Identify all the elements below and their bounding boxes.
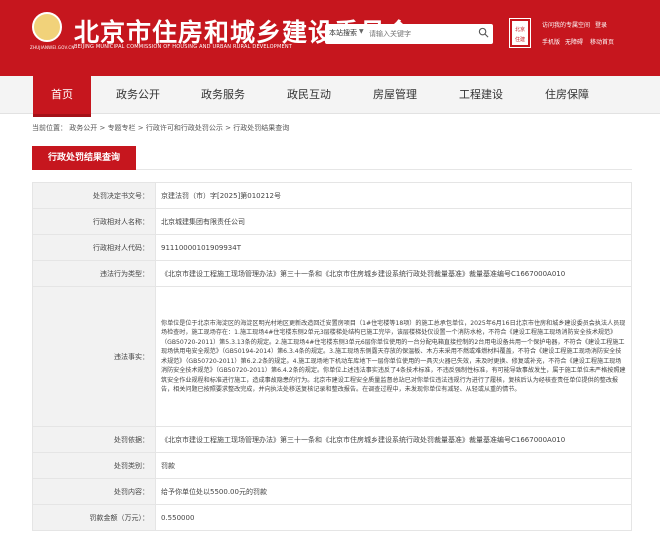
search-box: 本站搜索 ▼ bbox=[325, 24, 493, 44]
row-value: 京建法罚（市）字[2025]第010212号 bbox=[155, 182, 632, 209]
penalty-detail-table: 处罚决定书文号： 京建法罚（市）字[2025]第010212号 行政相对人名称：… bbox=[32, 182, 632, 531]
section-title: 行政处罚结果查询 bbox=[32, 146, 136, 170]
nav-active-marker bbox=[33, 114, 91, 117]
main-nav: 首页 政务公开 政务服务 政民互动 房屋管理 工程建设 住房保障 bbox=[0, 76, 660, 114]
row-label: 罚款金额（万元）： bbox=[32, 504, 156, 531]
breadcrumb-prefix: 当前位置： bbox=[32, 124, 67, 132]
row-label: 行政相对人名称： bbox=[32, 208, 156, 235]
badge-line1: 北京 bbox=[515, 27, 526, 33]
site-header: ZHUJIANWEI.GOV.CN 北京市住房和城乡建设委员会 BEIJING … bbox=[0, 0, 660, 76]
login-link[interactable]: 登录 bbox=[595, 20, 607, 29]
row-value: 《北京市建设工程施工现场管理办法》第三十一条和《北京市住房城乡建设系统行政处罚裁… bbox=[155, 426, 632, 453]
nav-housing-management[interactable]: 房屋管理 bbox=[360, 76, 430, 114]
personal-space-link[interactable]: 访问我的专属空间 bbox=[542, 20, 590, 29]
beijing-zhujian-badge[interactable]: 北京 住建 bbox=[509, 18, 531, 48]
breadcrumb-separator: > bbox=[225, 124, 234, 132]
breadcrumb: 当前位置： 政务公开 > 专题专栏 > 行政许可和行政处罚公示 > 行政处罚结果… bbox=[32, 123, 289, 133]
row-value: 给予你单位处以5500.00元的罚款 bbox=[155, 478, 632, 505]
badge-line2: 住建 bbox=[515, 37, 526, 43]
nav-housing-security[interactable]: 住房保障 bbox=[532, 76, 602, 114]
row-label: 处罚决定书文号： bbox=[32, 182, 156, 209]
site-title-en: BEIJING MUNICIPAL COMMISSION OF HOUSING … bbox=[74, 44, 293, 50]
row-value: 《北京市建设工程施工现场管理办法》第三十一条和《北京市住房城乡建设系统行政处罚裁… bbox=[155, 260, 632, 287]
table-row: 行政相对人代码： 91110000101909934T bbox=[32, 234, 632, 261]
section-header: 行政处罚结果查询 bbox=[32, 146, 632, 170]
table-row: 处罚类别： 罚款 bbox=[32, 452, 632, 479]
breadcrumb-separator: > bbox=[99, 124, 108, 132]
row-label: 行政相对人代码： bbox=[32, 234, 156, 261]
row-value: 你单位是位于北京市海淀区的海淀区明光村地区更新改造回迁安置房项目（1#住宅楼等1… bbox=[155, 286, 632, 427]
search-icon[interactable] bbox=[478, 27, 489, 38]
nav-gov-affairs[interactable]: 政务公开 bbox=[103, 76, 173, 114]
table-row: 处罚依据： 《北京市建设工程施工现场管理办法》第三十一条和《北京市住房城乡建设系… bbox=[32, 426, 632, 453]
search-scope-select[interactable]: 本站搜索 bbox=[329, 28, 357, 38]
row-label: 违法事实： bbox=[32, 286, 156, 427]
row-value: 罚款 bbox=[155, 452, 632, 479]
breadcrumb-item[interactable]: 专题专栏 bbox=[108, 124, 136, 132]
table-row: 处罚内容： 给予你单位处以5500.00元的罚款 bbox=[32, 478, 632, 505]
breadcrumb-item[interactable]: 行政处罚结果查询 bbox=[233, 124, 289, 132]
accessibility-link[interactable]: 无障碍 bbox=[565, 37, 583, 46]
nav-construction[interactable]: 工程建设 bbox=[446, 76, 516, 114]
search-input[interactable] bbox=[369, 27, 479, 41]
row-label: 处罚依据： bbox=[32, 426, 156, 453]
badge-inner: 北京 住建 bbox=[512, 21, 528, 45]
breadcrumb-item[interactable]: 政务公开 bbox=[69, 124, 97, 132]
table-row: 违法事实： 你单位是位于北京市海淀区的海淀区明光村地区更新改造回迁安置房项目（1… bbox=[32, 286, 632, 427]
logo-url-text: ZHUJIANWEI.GOV.CN bbox=[30, 45, 75, 50]
row-value: 91110000101909934T bbox=[155, 234, 632, 261]
row-label: 处罚内容： bbox=[32, 478, 156, 505]
row-value: 北京城建集团有限责任公司 bbox=[155, 208, 632, 235]
emblem-icon[interactable] bbox=[32, 12, 62, 42]
row-label: 违法行为类型： bbox=[32, 260, 156, 287]
table-row: 行政相对人名称： 北京城建集团有限责任公司 bbox=[32, 208, 632, 235]
table-row: 违法行为类型： 《北京市建设工程施工现场管理办法》第三十一条和《北京市住房城乡建… bbox=[32, 260, 632, 287]
row-label: 处罚类别： bbox=[32, 452, 156, 479]
table-row: 罚款金额（万元）： 0.550000 bbox=[32, 504, 632, 531]
mobile-version-link[interactable]: 手机版 bbox=[542, 37, 560, 46]
breadcrumb-item[interactable]: 行政许可和行政处罚公示 bbox=[146, 124, 223, 132]
chevron-down-icon[interactable]: ▼ bbox=[359, 28, 364, 35]
table-row: 处罚决定书文号： 京建法罚（市）字[2025]第010212号 bbox=[32, 182, 632, 209]
breadcrumb-separator: > bbox=[137, 124, 146, 132]
row-value: 0.550000 bbox=[155, 504, 632, 531]
nav-home[interactable]: 首页 bbox=[33, 76, 91, 114]
nav-gov-services[interactable]: 政务服务 bbox=[188, 76, 258, 114]
nav-interaction[interactable]: 政民互动 bbox=[274, 76, 344, 114]
mobile-home-link[interactable]: 移动首页 bbox=[590, 37, 614, 46]
